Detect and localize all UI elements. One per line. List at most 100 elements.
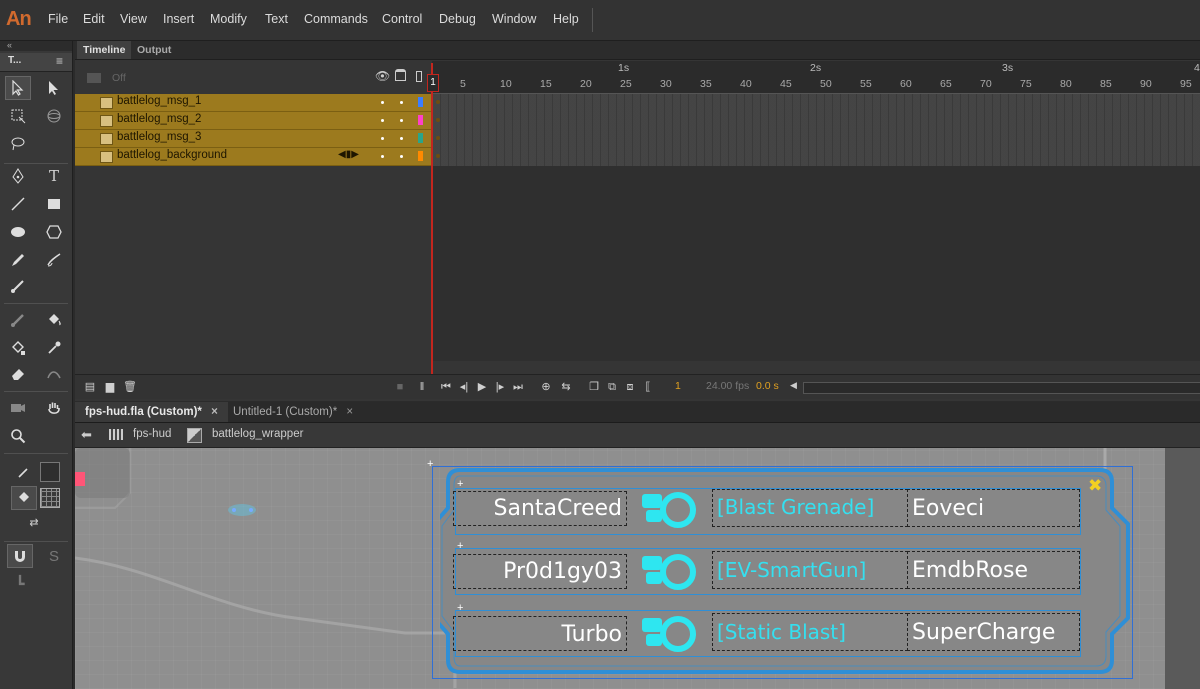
delete-layer-icon[interactable]: 🗑 bbox=[123, 380, 137, 394]
lock-dot[interactable] bbox=[400, 119, 403, 122]
frame-grid[interactable] bbox=[432, 94, 1200, 166]
victim-name[interactable]: Eoveci bbox=[912, 496, 984, 521]
layer-scroll-arrows-icon[interactable]: ◀▮▶ bbox=[338, 149, 359, 160]
new-layer-icon[interactable]: ▤ bbox=[83, 380, 97, 394]
stroke-color-swatch[interactable] bbox=[40, 462, 60, 482]
menu-text[interactable]: Text bbox=[265, 12, 288, 26]
menu-commands[interactable]: Commands bbox=[304, 12, 368, 26]
layer-row[interactable]: battlelog_msg_1 bbox=[75, 94, 432, 112]
lasso-tool-icon[interactable] bbox=[6, 133, 30, 155]
timeline-scrollbar[interactable] bbox=[803, 382, 1200, 394]
lock-dot[interactable] bbox=[400, 155, 403, 158]
close-icon[interactable]: × bbox=[211, 406, 218, 418]
layer-color-swatch[interactable] bbox=[418, 133, 423, 143]
weapon-name[interactable]: [Blast Grenade] bbox=[717, 495, 874, 519]
edit-multiple-frames-icon[interactable]: ⧈ bbox=[623, 380, 637, 394]
keyframe-dot[interactable] bbox=[436, 154, 440, 158]
straighten-icon[interactable]: ┗ bbox=[8, 573, 32, 595]
weapon-name[interactable]: [EV-SmartGun] bbox=[717, 558, 866, 582]
visibility-dot[interactable] bbox=[381, 137, 384, 140]
playhead-handle[interactable]: 1 bbox=[427, 74, 439, 92]
fps-readout[interactable]: 24.00 fps bbox=[706, 380, 749, 392]
pen-tool-icon[interactable] bbox=[6, 165, 30, 187]
menu-debug[interactable]: Debug bbox=[439, 12, 476, 26]
subselection-tool-icon[interactable] bbox=[42, 77, 66, 99]
selection-tool-icon[interactable] bbox=[5, 76, 31, 100]
camera-tool-icon[interactable] bbox=[6, 397, 30, 419]
bone-tool-icon[interactable] bbox=[6, 309, 30, 331]
lock-all-icon[interactable] bbox=[395, 69, 406, 81]
layer-color-swatch[interactable] bbox=[418, 97, 423, 107]
visibility-dot[interactable] bbox=[381, 101, 384, 104]
smooth-icon[interactable]: S bbox=[42, 545, 66, 567]
keyframe-dot[interactable] bbox=[436, 118, 440, 122]
polystar-tool-icon[interactable] bbox=[42, 221, 66, 243]
onion-skin-icon[interactable] bbox=[87, 73, 101, 83]
show-hide-all-icon[interactable]: 👁 bbox=[375, 69, 390, 83]
menu-help[interactable]: Help bbox=[553, 12, 579, 26]
frame-ruler[interactable]: 1s 2s 3s 4s 1510152025303540455055606570… bbox=[432, 61, 1200, 94]
frames-area[interactable]: 1s 2s 3s 4s 1510152025303540455055606570… bbox=[432, 61, 1200, 361]
menu-view[interactable]: View bbox=[120, 12, 147, 26]
fill-color-swatch[interactable] bbox=[40, 488, 60, 508]
outline-all-icon[interactable] bbox=[416, 71, 422, 82]
stage[interactable]: + ✖ + SantaCreed [Blast Grenade] Eoveci … bbox=[75, 448, 1200, 689]
close-icon[interactable]: × bbox=[346, 406, 353, 418]
snap-to-objects-icon[interactable] bbox=[7, 544, 33, 568]
scroll-left-icon[interactable]: ◀ bbox=[790, 380, 797, 391]
play-icon[interactable]: ▶ bbox=[475, 380, 489, 394]
free-transform-tool-icon[interactable] bbox=[6, 105, 30, 127]
playhead-line[interactable] bbox=[431, 63, 433, 374]
modify-markers-icon[interactable]: ⟦ bbox=[641, 380, 655, 394]
visibility-dot[interactable] bbox=[381, 155, 384, 158]
lock-dot[interactable] bbox=[400, 101, 403, 104]
keyframe-dot[interactable] bbox=[436, 136, 440, 140]
line-tool-icon[interactable] bbox=[6, 193, 30, 215]
layer-row[interactable]: battlelog_msg_2 bbox=[75, 112, 432, 130]
3d-rotation-tool-icon[interactable] bbox=[42, 105, 66, 127]
stroke-color-icon[interactable] bbox=[12, 461, 36, 483]
oval-tool-icon[interactable] bbox=[6, 221, 30, 243]
go-to-last-frame-icon[interactable]: ⏭ bbox=[511, 380, 525, 394]
eraser-tool-icon[interactable] bbox=[6, 363, 30, 385]
victim-name[interactable]: EmdbRose bbox=[912, 558, 1028, 583]
breadcrumb-scene[interactable]: fps-hud bbox=[133, 428, 171, 440]
eyedropper-tool-icon[interactable] bbox=[42, 337, 66, 359]
current-frame-readout[interactable]: 1 bbox=[675, 380, 681, 392]
collapse-icon[interactable]: « bbox=[7, 40, 12, 50]
layer-parenting-icon[interactable]: ‖ bbox=[415, 380, 429, 394]
go-to-first-frame-icon[interactable]: ⏮ bbox=[439, 380, 453, 394]
onion-skin-toggle-icon[interactable]: ❐ bbox=[587, 380, 601, 394]
layer-row[interactable]: battlelog_msg_3 bbox=[75, 130, 432, 148]
text-tool-icon[interactable]: T bbox=[42, 165, 66, 187]
layer-name[interactable]: battlelog_msg_2 bbox=[117, 113, 201, 125]
lock-dot[interactable] bbox=[400, 137, 403, 140]
width-tool-icon[interactable] bbox=[42, 363, 66, 385]
weapon-name[interactable]: [Static Blast] bbox=[717, 620, 846, 644]
frame-empty-area[interactable] bbox=[432, 166, 1200, 361]
menu-control[interactable]: Control bbox=[382, 12, 422, 26]
elapsed-time-readout[interactable]: 0.0 s bbox=[756, 380, 779, 392]
pencil-tool-icon[interactable] bbox=[6, 249, 30, 271]
breadcrumb-symbol[interactable]: battlelog_wrapper bbox=[212, 428, 303, 440]
doc-tab-untitled[interactable]: Untitled-1 (Custom)* × bbox=[223, 402, 363, 422]
step-back-icon[interactable]: ◂| bbox=[457, 380, 471, 394]
camera-layer-icon[interactable]: ■ bbox=[393, 380, 407, 394]
visibility-dot[interactable] bbox=[381, 119, 384, 122]
loop-icon[interactable]: ⇆ bbox=[559, 380, 573, 394]
hand-tool-icon[interactable] bbox=[42, 397, 66, 419]
killer-name[interactable]: Turbo bbox=[457, 622, 622, 647]
new-folder-icon[interactable]: ▆ bbox=[103, 380, 117, 394]
fill-color-icon[interactable] bbox=[11, 486, 37, 510]
layer-row[interactable]: battlelog_background ◀▮▶ bbox=[75, 148, 432, 166]
center-frame-icon[interactable]: ⊕ bbox=[539, 380, 553, 394]
menu-edit[interactable]: Edit bbox=[83, 12, 105, 26]
menu-file[interactable]: File bbox=[48, 12, 68, 26]
rectangle-tool-icon[interactable] bbox=[42, 193, 66, 215]
layer-color-swatch[interactable] bbox=[418, 115, 423, 125]
victim-name[interactable]: SuperCharge bbox=[912, 620, 1055, 645]
menu-window[interactable]: Window bbox=[492, 12, 536, 26]
tab-timeline[interactable]: Timeline bbox=[77, 41, 132, 59]
paint-bucket-tool-icon[interactable] bbox=[42, 309, 66, 331]
brush-tool-icon[interactable] bbox=[6, 275, 30, 297]
